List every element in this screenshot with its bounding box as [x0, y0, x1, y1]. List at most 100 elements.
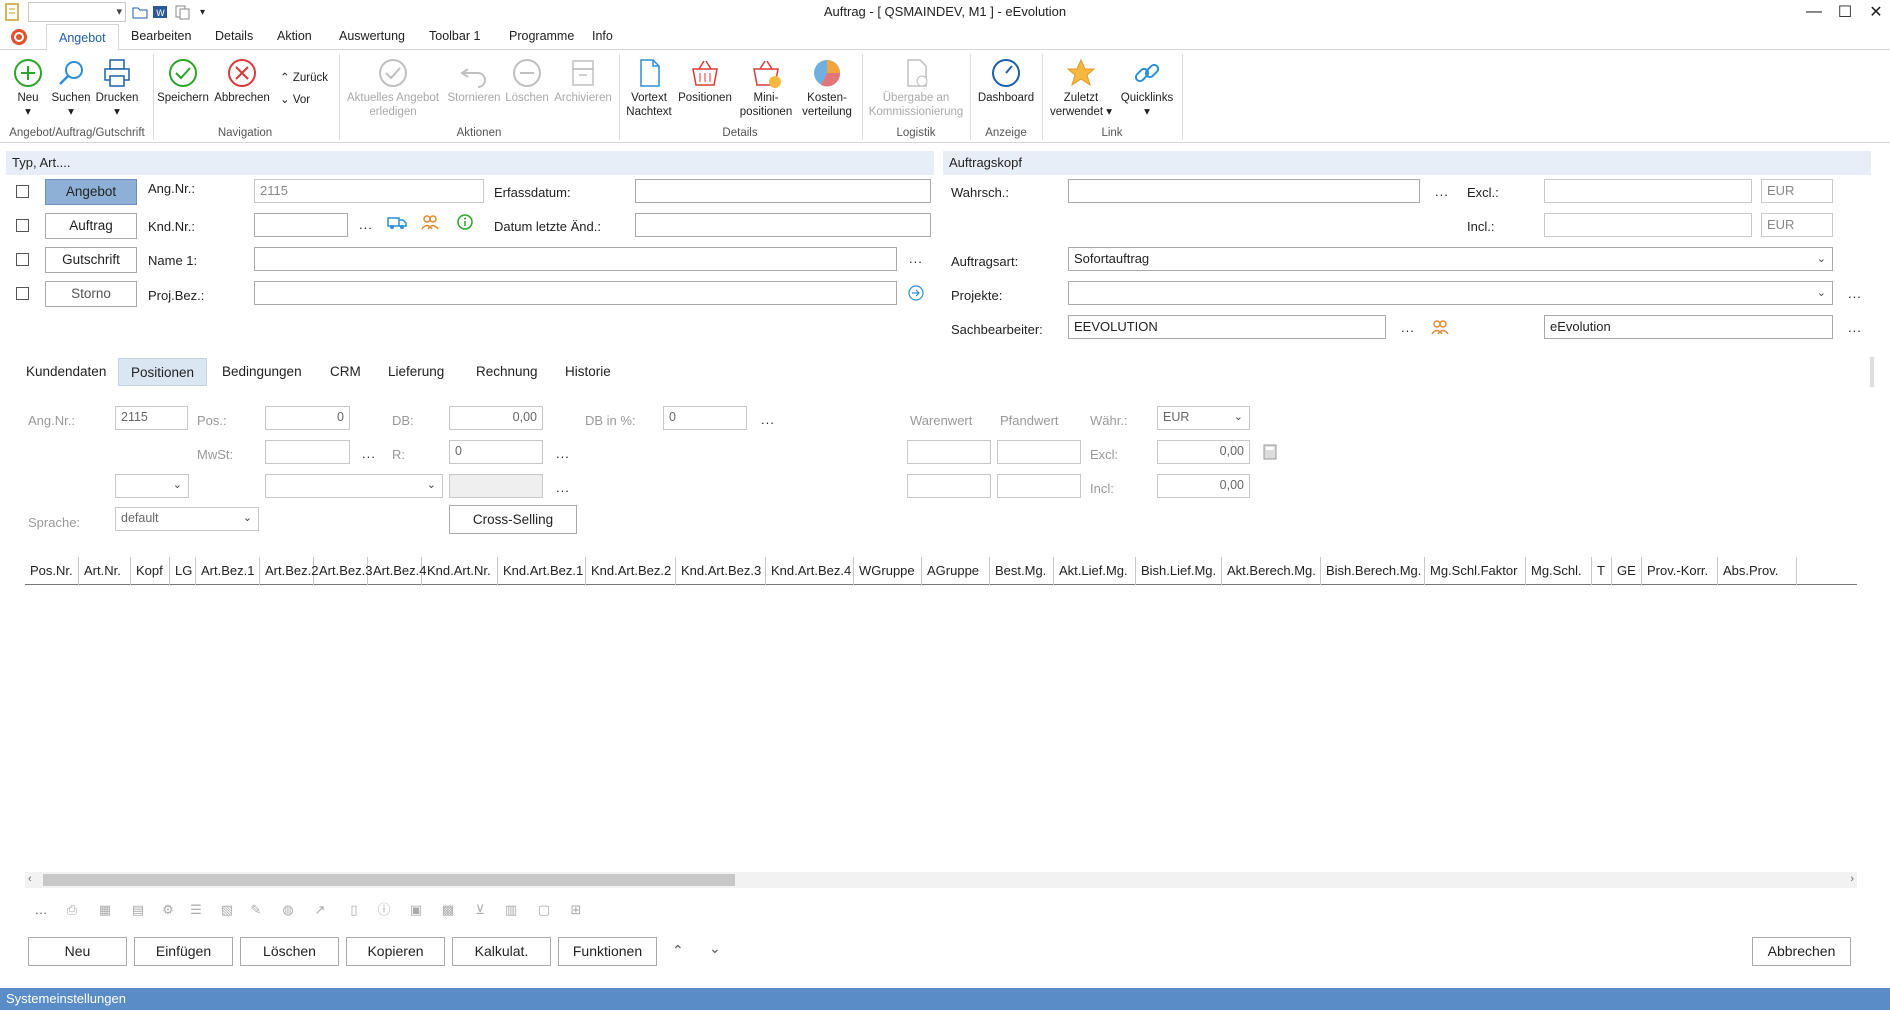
grid-column-header[interactable]: Knd.Art.Bez.3: [676, 557, 766, 585]
type-select[interactable]: ⌄: [265, 474, 443, 498]
abbrechen-ribbon-button[interactable]: Abbrechen: [212, 57, 272, 105]
tab-lieferung[interactable]: Lieferung: [376, 358, 456, 386]
grid-column-header[interactable]: Knd.Art.Bez.1: [498, 557, 586, 585]
name1-field[interactable]: [254, 247, 897, 271]
grid-column-header[interactable]: LG: [170, 557, 196, 585]
storno-checkbox[interactable]: [16, 287, 29, 300]
grid-column-header[interactable]: Abs.Prov.: [1718, 557, 1797, 585]
tab-details[interactable]: Details: [211, 29, 257, 43]
einfuegen-button[interactable]: Einfügen: [134, 937, 233, 966]
datum-letzte-field[interactable]: [635, 213, 931, 237]
tab-auswertung[interactable]: Auswertung: [335, 29, 409, 43]
grid-column-header[interactable]: Art.Bez.2: [260, 557, 318, 585]
sachbearbeiter-field[interactable]: EEVOLUTION: [1068, 315, 1386, 339]
tab-bearbeiten[interactable]: Bearbeiten: [127, 29, 195, 43]
move-down-icon[interactable]: ⌄: [709, 940, 721, 957]
horizontal-scrollbar[interactable]: ‹ ›: [25, 872, 1857, 888]
excl-currency-field[interactable]: EUR: [1761, 179, 1833, 203]
edit-icon[interactable]: ✎: [248, 902, 264, 918]
type-angebot-button[interactable]: Angebot: [45, 179, 137, 205]
neu-button[interactable]: Neu ▾: [10, 57, 46, 119]
truck-icon[interactable]: [387, 214, 407, 233]
projbez-field[interactable]: [254, 281, 897, 305]
drucken-button[interactable]: Drucken ▾: [94, 57, 140, 119]
settings-icon[interactable]: ⚙: [160, 902, 176, 918]
excel-icon[interactable]: ▦: [97, 902, 113, 918]
globe-icon[interactable]: ◍: [280, 902, 296, 918]
sachbearbeiter-more-button[interactable]: ...: [1401, 320, 1415, 335]
uebergabe-button[interactable]: Übergabe an Kommissionierung: [864, 57, 968, 119]
close-icon[interactable]: ✕: [1857, 0, 1890, 24]
tree-icon[interactable]: ⊞: [568, 902, 584, 918]
kostenverteilung-button[interactable]: Kosten-verteilung: [798, 57, 856, 119]
warenwert-incl-field[interactable]: [907, 474, 991, 498]
kndnr-field[interactable]: [254, 213, 348, 237]
grid-column-header[interactable]: Akt.Lief.Mg.: [1054, 557, 1136, 585]
more-icon[interactable]: …: [33, 902, 49, 918]
incl-pos-field[interactable]: 0,00: [1157, 474, 1250, 498]
kndnr-more-button[interactable]: ...: [359, 217, 373, 232]
page-icon[interactable]: ▯: [346, 902, 362, 918]
contacts-icon[interactable]: [1431, 318, 1449, 339]
arrow-right-circle-icon[interactable]: [907, 284, 925, 305]
tab-programme[interactable]: Programme: [505, 29, 578, 43]
pfandwert-excl-field[interactable]: [997, 440, 1081, 464]
funktionen-button[interactable]: Funktionen: [558, 937, 657, 966]
tab-historie[interactable]: Historie: [553, 358, 623, 386]
grid-column-header[interactable]: Prov.-Korr.: [1642, 557, 1718, 585]
grid-column-header[interactable]: Knd.Art.Bez.2: [586, 557, 676, 585]
pos-angnr-field[interactable]: 2115: [115, 406, 188, 430]
type-auftrag-button[interactable]: Auftrag: [45, 213, 137, 239]
projekte-select[interactable]: ⌄: [1068, 281, 1833, 305]
grid-column-header[interactable]: Art.Bez.1: [196, 557, 260, 585]
angnr-field[interactable]: 2115: [254, 179, 484, 203]
erfassdatum-field[interactable]: [635, 179, 931, 203]
minipositionen-button[interactable]: Mini-positionen: [736, 57, 796, 119]
frame-icon[interactable]: ▢: [536, 902, 552, 918]
grid-column-header[interactable]: Bish.Berech.Mg.: [1321, 557, 1425, 585]
wahrsch-more-button[interactable]: ...: [1435, 184, 1449, 199]
r-more-button[interactable]: ...: [556, 446, 570, 461]
tab-aktion[interactable]: Aktion: [273, 29, 316, 43]
gutschrift-checkbox[interactable]: [16, 253, 29, 266]
contacts-icon[interactable]: [421, 213, 439, 234]
name1-more-button[interactable]: ...: [909, 251, 923, 266]
grid-column-header[interactable]: AGruppe: [922, 557, 990, 585]
layers-icon[interactable]: ▧: [219, 902, 235, 918]
tab-info[interactable]: Info: [588, 29, 617, 43]
sachbearbeiter-name-more-button[interactable]: ...: [1848, 320, 1862, 335]
abbrechen-button[interactable]: Abbrechen: [1752, 937, 1851, 966]
archivieren-button[interactable]: Archivieren: [552, 57, 614, 105]
app-logo-icon[interactable]: [10, 28, 28, 49]
sprache-select[interactable]: default ⌄: [115, 507, 259, 531]
cart-icon[interactable]: ⊻: [472, 902, 488, 918]
stornieren-button[interactable]: Stornieren: [446, 57, 502, 105]
tab-positionen[interactable]: Positionen: [118, 358, 208, 386]
positionen-button[interactable]: Positionen: [676, 57, 734, 105]
vertical-scrollbar[interactable]: [1870, 357, 1874, 387]
waehr-select[interactable]: EUR ⌄: [1157, 406, 1250, 430]
grid-column-header[interactable]: Knd.Art.Nr.: [422, 557, 498, 585]
info-small-icon[interactable]: ⓘ: [376, 902, 392, 918]
grid-column-header[interactable]: Knd.Art.Bez.4: [766, 557, 854, 585]
warenwert-excl-field[interactable]: [907, 440, 991, 464]
boxes-icon[interactable]: ▩: [440, 902, 456, 918]
auftrag-checkbox[interactable]: [16, 219, 29, 232]
projekte-more-button[interactable]: ...: [1848, 286, 1862, 301]
move-up-icon[interactable]: ⌃: [672, 942, 684, 959]
grid-column-header[interactable]: Kopf: [131, 557, 170, 585]
suchen-button[interactable]: Suchen ▾: [50, 57, 92, 119]
tab-angebot[interactable]: Angebot: [46, 24, 119, 51]
grid-column-header[interactable]: Akt.Berech.Mg.: [1222, 557, 1321, 585]
r-field[interactable]: 0: [449, 440, 543, 464]
pfandwert-incl-field[interactable]: [997, 474, 1081, 498]
vor-button[interactable]: ⌄ Vor: [280, 92, 310, 106]
chart-icon[interactable]: ↗: [312, 902, 328, 918]
dashboard-button[interactable]: Dashboard: [974, 57, 1038, 105]
loeschen-button[interactable]: Löschen: [240, 937, 339, 966]
zurueck-button[interactable]: ⌃ Zurück: [280, 70, 328, 84]
field-more-button[interactable]: ...: [556, 480, 570, 495]
excl-field[interactable]: [1544, 179, 1752, 203]
db-pct-more-button[interactable]: ...: [761, 412, 775, 427]
grid-column-header[interactable]: Bish.Lief.Mg.: [1136, 557, 1222, 585]
